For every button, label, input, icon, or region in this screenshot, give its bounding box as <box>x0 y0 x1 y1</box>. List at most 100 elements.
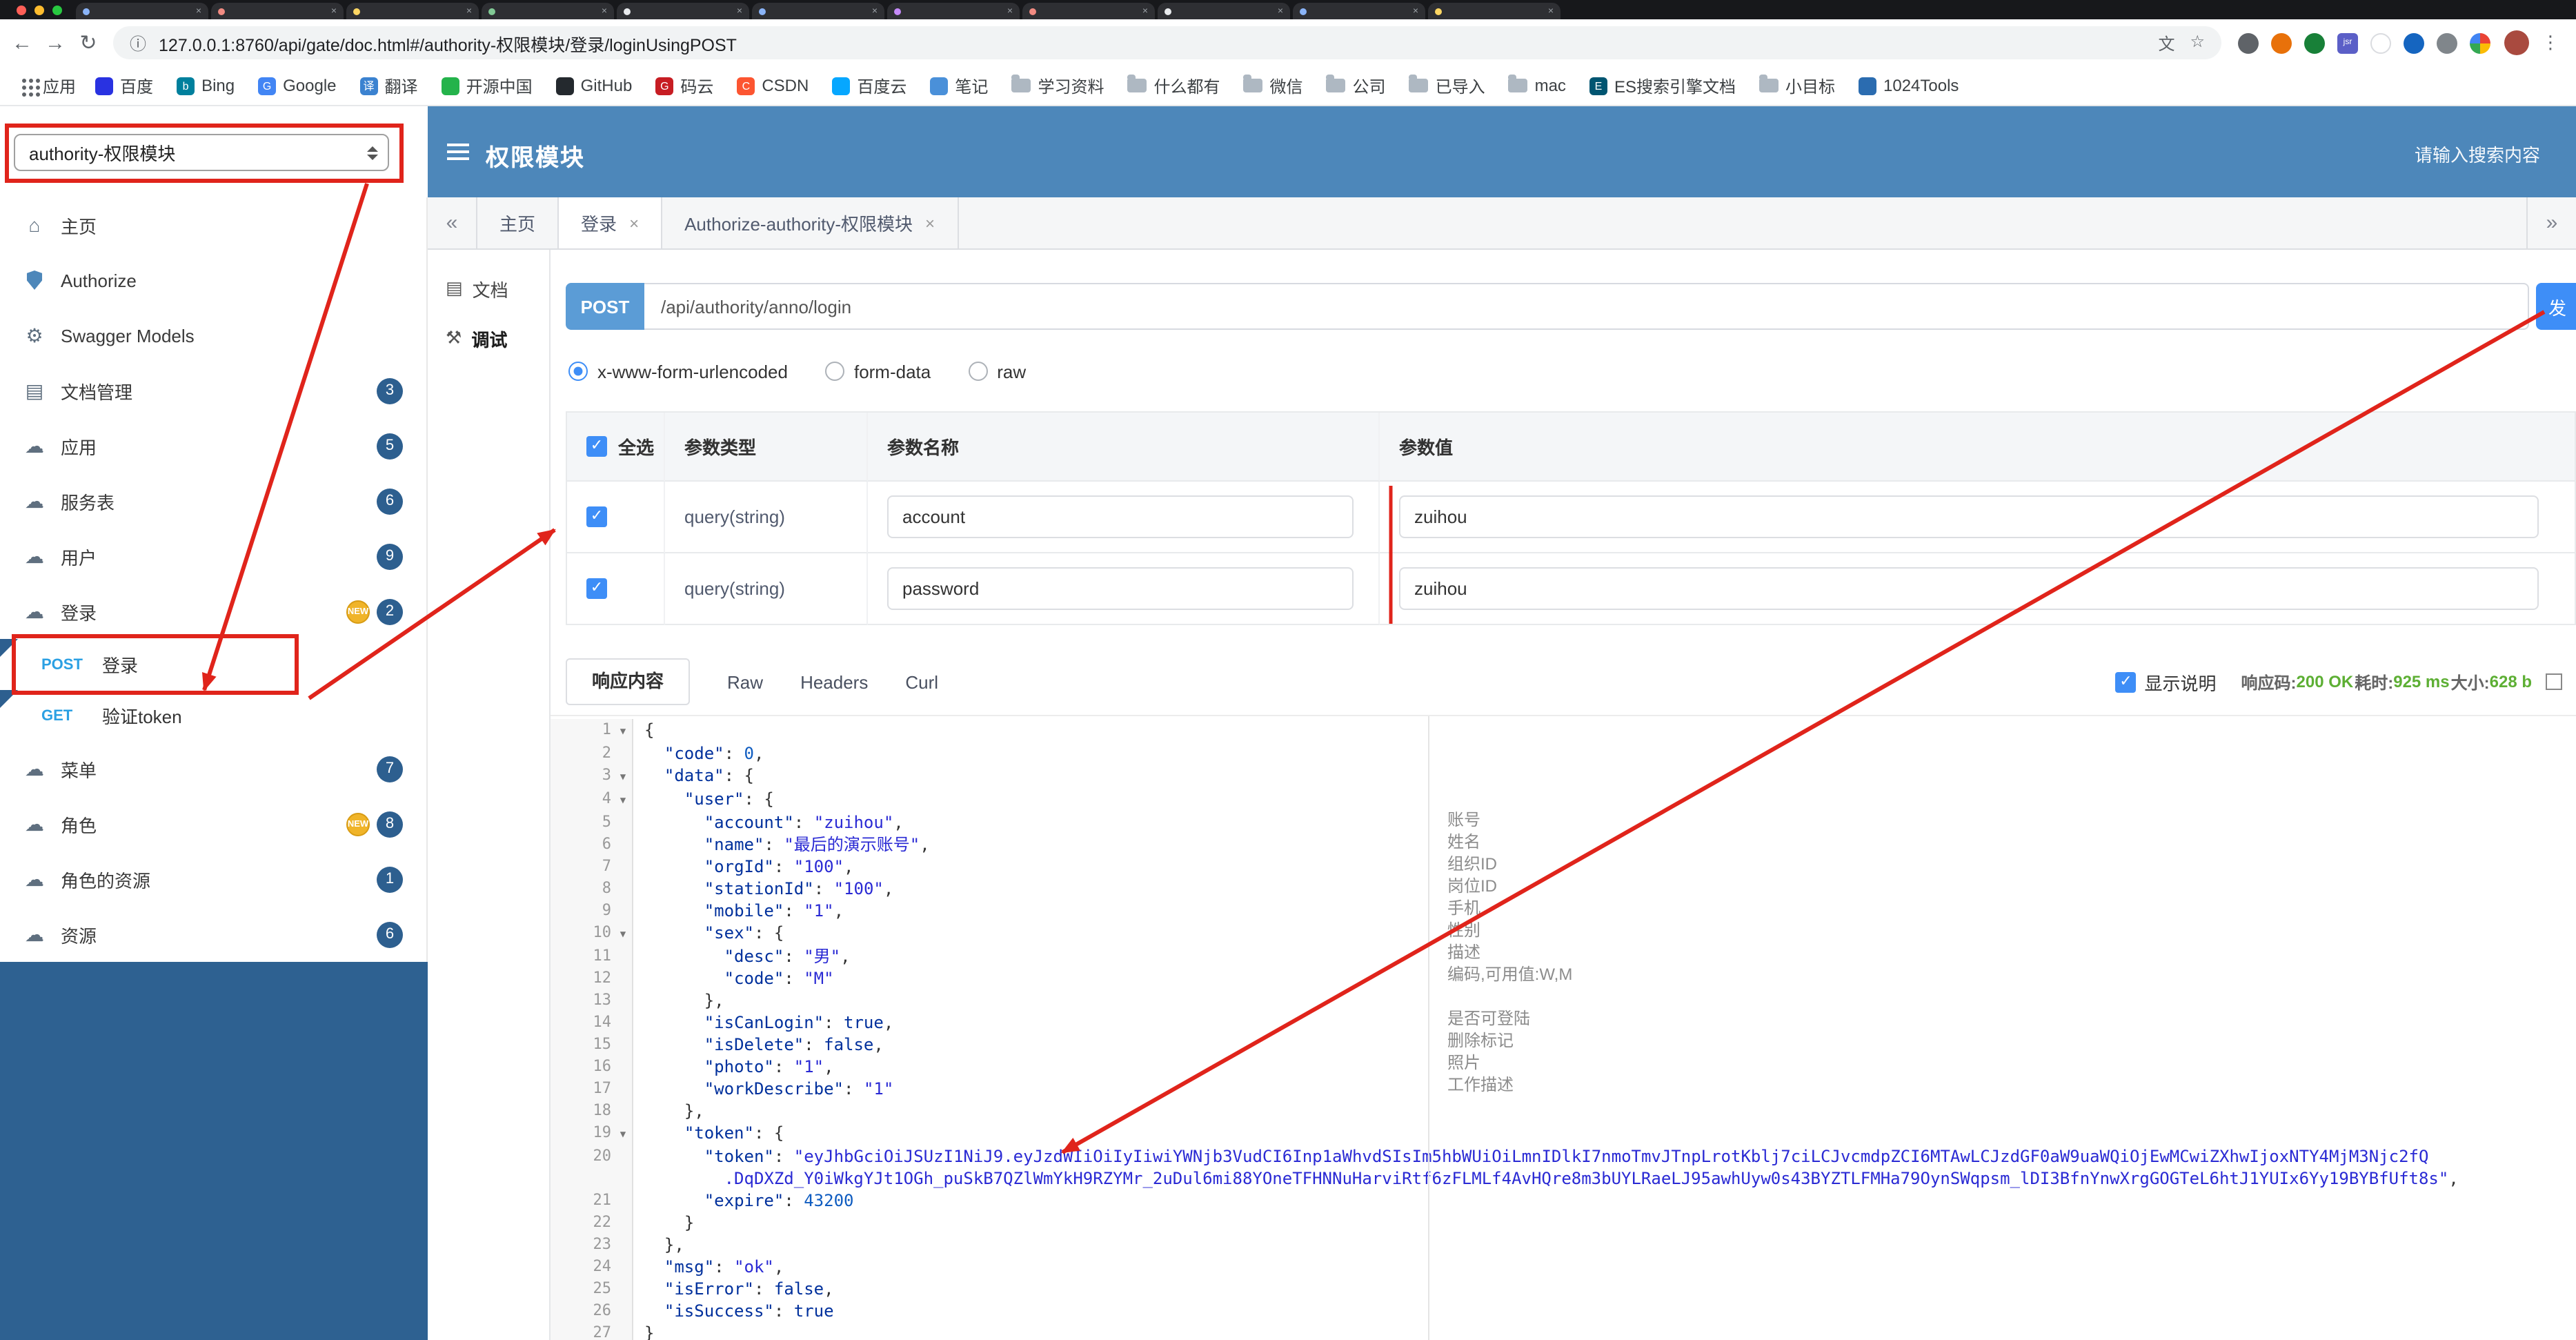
bookmark-item[interactable]: G Google <box>258 76 337 95</box>
fold-icon[interactable]: ▼ <box>614 922 632 945</box>
sidebar-item-authorize[interactable]: Authorize <box>0 253 426 308</box>
extension-icon[interactable] <box>2238 32 2259 53</box>
tab-close-icon[interactable]: × <box>1413 6 1418 16</box>
tab-close-icon[interactable]: × <box>925 213 935 233</box>
fold-icon[interactable]: ▼ <box>614 719 632 742</box>
bookmark-item[interactable]: 百度云 <box>832 74 906 97</box>
sidebar-item-login[interactable]: ☁ 登录 NEW 2 <box>0 584 426 639</box>
tab-close-icon[interactable]: × <box>331 6 337 16</box>
tab-close-icon[interactable]: × <box>602 6 607 16</box>
response-tab-active[interactable]: 响应内容 <box>566 658 691 705</box>
show-desc-checkbox[interactable]: ✓ <box>2115 671 2137 692</box>
checkbox-checked-icon[interactable]: ✓ <box>586 506 607 527</box>
tab-close-icon[interactable]: × <box>1548 6 1554 16</box>
response-tab[interactable]: Headers <box>800 671 868 692</box>
tab-close-icon[interactable]: × <box>466 6 472 16</box>
checkbox-checked-icon[interactable]: ✓ <box>586 578 607 599</box>
param-name-input[interactable] <box>887 567 1354 610</box>
tab-close-icon[interactable]: × <box>1007 6 1013 16</box>
bookmark-item[interactable]: C CSDN <box>737 76 809 95</box>
sidebar-item-application[interactable]: ☁ 应用 5 <box>0 418 426 473</box>
bookmark-item[interactable]: 已导入 <box>1409 74 1485 97</box>
reload-icon[interactable]: ↻ <box>72 30 105 55</box>
browser-tab[interactable]: × <box>1158 3 1290 19</box>
extension-icon[interactable] <box>2271 32 2292 53</box>
fold-icon[interactable]: ▼ <box>614 788 632 811</box>
sidebar-item-user[interactable]: ☁ 用户 9 <box>0 529 426 584</box>
sidebar-item-verify-token-get[interactable]: GET 验证token <box>0 690 426 741</box>
checkbox-checked-icon[interactable]: ✓ <box>586 436 607 457</box>
window-zoom-icon[interactable] <box>52 6 62 15</box>
profile-avatar[interactable] <box>2504 30 2529 55</box>
content-type-radio[interactable]: x-www-form-urlencoded <box>568 361 788 382</box>
bookmark-item[interactable]: 百度 <box>95 74 153 97</box>
bookmark-item[interactable]: b Bing <box>177 76 235 95</box>
extension-icon[interactable] <box>2404 32 2424 53</box>
sidebar-item-role-resource[interactable]: ☁ 角色的资源 1 <box>0 851 426 907</box>
bookmark-item[interactable]: 微信 <box>1243 74 1303 97</box>
fold-icon[interactable]: ▼ <box>614 1122 632 1145</box>
window-close-icon[interactable] <box>17 6 26 15</box>
module-select[interactable]: authority-权限模块 <box>14 134 389 171</box>
translate-icon[interactable]: 文 <box>2158 31 2174 55</box>
sidebar-item-doc-manage[interactable]: ▤ 文档管理 3 <box>0 363 426 418</box>
param-name-input[interactable] <box>887 495 1354 538</box>
browser-tab[interactable]: × <box>1428 3 1561 19</box>
forward-icon[interactable]: → <box>39 31 72 55</box>
tab-close-icon[interactable]: × <box>629 213 639 233</box>
content-tab[interactable]: Authorize-authority-权限模块 × <box>662 197 959 248</box>
bookmark-item[interactable]: 开源中国 <box>441 74 533 97</box>
browser-menu-icon[interactable]: ⋮ <box>2542 32 2559 54</box>
tab-close-icon[interactable]: × <box>196 6 201 16</box>
param-value-input[interactable] <box>1399 567 2539 610</box>
chevron-right-icon[interactable]: » <box>2526 197 2576 248</box>
content-type-radio[interactable]: form-data <box>824 361 931 382</box>
bookmark-item[interactable]: GitHub <box>555 76 632 95</box>
browser-tab[interactable]: × <box>1293 3 1425 19</box>
sidebar-item-swagger-models[interactable]: ⚙ Swagger Models <box>0 308 426 363</box>
tab-close-icon[interactable]: × <box>1278 6 1283 16</box>
bookmark-item[interactable]: E ES搜索引擎文档 <box>1589 74 1736 97</box>
bookmark-item[interactable]: 小目标 <box>1758 74 1835 97</box>
bookmark-item[interactable]: 笔记 <box>930 74 988 97</box>
menu-toggle-icon[interactable] <box>447 144 469 164</box>
tab-close-icon[interactable]: × <box>1142 6 1148 16</box>
browser-tab[interactable]: × <box>887 3 1020 19</box>
content-tab-active[interactable]: 登录 × <box>559 197 663 248</box>
browser-tab[interactable]: × <box>76 3 208 19</box>
tab-close-icon[interactable]: × <box>872 6 878 16</box>
apps-label[interactable]: 应用 <box>43 74 76 97</box>
window-minimize-icon[interactable] <box>34 6 44 15</box>
sidebar-item-role[interactable]: ☁ 角色 NEW 8 <box>0 796 426 851</box>
header-search-input[interactable]: 请输入搜索内容 <box>2415 141 2540 167</box>
extension-icon[interactable] <box>2470 32 2490 53</box>
back-icon[interactable]: ← <box>6 31 39 55</box>
response-tab[interactable]: Curl <box>905 671 938 692</box>
extension-icon[interactable] <box>2370 32 2391 53</box>
bookmark-star-icon[interactable]: ☆ <box>2190 31 2205 55</box>
sidebar-item-login-post[interactable]: POST 登录 <box>0 639 426 690</box>
bookmark-item[interactable]: G 码云 <box>655 74 713 97</box>
param-value-input[interactable] <box>1399 495 2539 538</box>
bookmark-item[interactable]: 译翻译 <box>359 74 418 97</box>
chevron-left-icon[interactable]: « <box>428 197 477 248</box>
sidebar-item-service-table[interactable]: ☁ 服务表 6 <box>0 473 426 529</box>
browser-tab[interactable]: × <box>211 3 344 19</box>
fold-icon[interactable]: ▼ <box>614 765 632 788</box>
api-path[interactable]: /api/authority/anno/login <box>644 283 2529 330</box>
extension-icon[interactable] <box>2437 32 2457 53</box>
tab-close-icon[interactable]: × <box>737 6 742 16</box>
browser-tab[interactable]: × <box>482 3 614 19</box>
fullscreen-icon[interactable] <box>2546 673 2562 690</box>
doc-nav-doc[interactable]: ▤ 文档 <box>428 264 549 313</box>
browser-tab[interactable]: × <box>617 3 749 19</box>
address-bar[interactable]: ⓘ 127.0.0.1:8760/api/gate/doc.html#/auth… <box>113 26 2221 59</box>
send-button[interactable]: 发 <box>2536 283 2576 330</box>
content-type-radio[interactable]: raw <box>968 361 1026 382</box>
site-info-icon[interactable]: ⓘ <box>130 31 146 55</box>
browser-tab[interactable]: × <box>1022 3 1155 19</box>
response-tab[interactable]: Raw <box>727 671 763 692</box>
bookmark-item[interactable]: mac <box>1508 75 1566 95</box>
extension-icon[interactable]: jsr <box>2337 32 2358 53</box>
sidebar-item-menu[interactable]: ☁ 菜单 7 <box>0 741 426 796</box>
